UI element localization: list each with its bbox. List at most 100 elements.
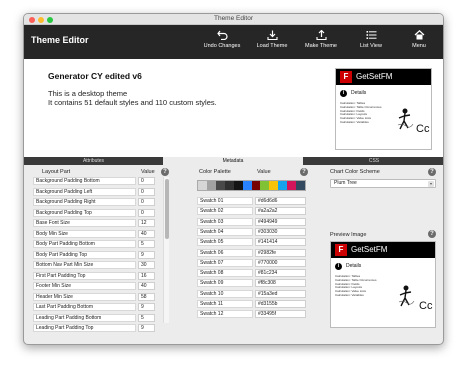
attribute-row: Bottom Nav Part Min Size 30: [33, 261, 165, 270]
attribute-label: Header Min Size: [33, 292, 136, 301]
swatch-value-field[interactable]: #303030: [255, 227, 306, 236]
attribute-label: Body Part Padding Top: [33, 250, 136, 259]
attributes-list: Background Padding Bottom 0 Background Pad…: [33, 177, 165, 337]
undo-changes-button[interactable]: Undo Changes: [202, 27, 242, 57]
attribute-value-field[interactable]: 0: [138, 198, 155, 206]
attribute-row: Background Padding Bottom 0: [33, 177, 165, 186]
preview-image: F GetSetFM i Details Calculation: Tables…: [330, 241, 436, 328]
chart-color-scheme-value: Plum Tree: [334, 180, 357, 186]
swatch-row: Swatch 09 #f8c308: [197, 279, 307, 288]
tab-bar: Attributes Metadata CSS: [24, 157, 443, 165]
swatch-value-field[interactable]: #d3155b: [255, 300, 306, 308]
swatch-value-field[interactable]: #2982fe: [255, 248, 306, 257]
palette-color-chip[interactable]: [278, 181, 288, 190]
swatch-row: Swatch 06 #2982fe: [197, 248, 307, 258]
swatch-row: Swatch 11 #d3155b: [197, 300, 307, 309]
list-view-button[interactable]: List View: [351, 27, 391, 57]
palette-color-chip[interactable]: [269, 181, 279, 190]
load-theme-button[interactable]: Load Theme: [252, 27, 292, 57]
swatch-value-field[interactable]: #a2a2a2: [255, 207, 306, 216]
swatch-value-field[interactable]: #141414: [255, 238, 306, 247]
download-icon: [266, 30, 278, 40]
palette-color-chip[interactable]: [260, 181, 270, 190]
preview-image-help-icon[interactable]: ?: [428, 230, 436, 238]
attribute-label: Base Font Size: [33, 219, 136, 227]
attribute-label: Bottom Nav Part Min Size: [33, 261, 136, 269]
swatch-value-field[interactable]: #81c234: [255, 269, 306, 278]
attribute-label: Background Padding Left: [33, 187, 136, 196]
swatch-name: Swatch 12: [197, 310, 253, 319]
palette-color-chip[interactable]: [296, 181, 306, 190]
info-icon: i: [340, 90, 347, 97]
palette-color-chip[interactable]: [215, 181, 225, 190]
attribute-value-field[interactable]: 9: [138, 303, 155, 311]
attributes-scrollbar[interactable]: [163, 177, 169, 323]
swatches-help-icon[interactable]: ?: [300, 168, 308, 176]
swatch-value-field[interactable]: #33495f: [255, 310, 306, 319]
attribute-value-field[interactable]: 9: [138, 324, 155, 332]
make-theme-button[interactable]: Make Theme: [301, 27, 341, 57]
attribute-value-field[interactable]: 58: [138, 292, 155, 301]
menu-button[interactable]: Menu: [399, 27, 439, 57]
preview-row: Calculation: Variables: [340, 119, 369, 124]
theme-description-line-2: It contains 51 default styles and 110 cu…: [48, 98, 217, 107]
palette-color-chip[interactable]: [251, 181, 261, 190]
tab-css[interactable]: CSS: [303, 157, 443, 165]
attribute-value-field[interactable]: 0: [138, 208, 155, 217]
list-icon: [366, 31, 376, 39]
attribute-value-field[interactable]: 16: [138, 271, 155, 280]
attribute-value-field[interactable]: 9: [138, 250, 155, 259]
attribute-value-field[interactable]: 5: [138, 240, 155, 248]
theme-editor-window: Theme Editor Theme Editor Undo Changes L…: [23, 13, 444, 345]
swatch-value-header: Value: [257, 169, 271, 175]
palette-color-chip[interactable]: [287, 181, 297, 190]
palette-color-chip[interactable]: [198, 181, 207, 190]
swatch-name: Swatch 09: [197, 279, 253, 288]
attribute-value-field[interactable]: 0: [138, 187, 155, 196]
chart-color-scheme-select[interactable]: Plum Tree ▾: [330, 179, 436, 188]
swatch-value-field[interactable]: #15a3ed: [255, 289, 306, 298]
theme-name: Generator CY edited v6: [48, 71, 142, 81]
attribute-value-field[interactable]: 40: [138, 229, 155, 238]
attribute-label: Last Part Padding Bottom: [33, 303, 136, 311]
attribute-row: Background Padding Right 0: [33, 198, 165, 207]
preview-logo: F: [340, 71, 352, 83]
palette-color-chip[interactable]: [233, 181, 243, 190]
palette-color-chip[interactable]: [206, 181, 216, 190]
color-palette-header: Color Palette: [199, 169, 231, 175]
palette-color-chip[interactable]: [224, 181, 234, 190]
theme-description-line-1: This is a desktop theme: [48, 89, 128, 98]
attribute-value-field[interactable]: 30: [138, 261, 155, 269]
swatch-name: Swatch 07: [197, 258, 253, 267]
attribute-label: Body Part Padding Bottom: [33, 240, 136, 248]
menu-label: Menu: [412, 43, 426, 49]
attribute-value-field[interactable]: 40: [138, 282, 155, 290]
attr-value-header: Value: [141, 169, 155, 175]
attribute-value-field[interactable]: 12: [138, 219, 155, 227]
attribute-row: Footer Min Size 40: [33, 282, 165, 291]
preview-cc-text: Cc: [416, 123, 430, 135]
palette-color-chip[interactable]: [242, 181, 252, 190]
preview-cc-text: Cc: [419, 300, 433, 312]
attributes-scroll-thumb[interactable]: [165, 179, 169, 239]
swatch-name: Swatch 06: [197, 248, 253, 257]
preview-brand: GetSetFM: [356, 72, 393, 81]
chart-scheme-help-icon[interactable]: ?: [428, 168, 436, 176]
swatch-name: Swatch 05: [197, 238, 253, 247]
swatch-name: Swatch 03: [197, 217, 253, 226]
swatch-value-field[interactable]: #d6d6d6: [255, 197, 306, 205]
attribute-value-field[interactable]: 5: [138, 313, 155, 322]
swatch-value-field[interactable]: #494949: [255, 217, 306, 226]
tab-metadata[interactable]: Metadata: [163, 157, 303, 165]
swatch-value-field[interactable]: #770000: [255, 258, 306, 267]
tab-attributes[interactable]: Attributes: [24, 157, 163, 165]
swatch-name: Swatch 08: [197, 269, 253, 278]
swatch-row: Swatch 10 #15a3ed: [197, 289, 307, 299]
attribute-label: Leading Part Padding Bottom: [33, 313, 136, 322]
swatch-value-field[interactable]: #f8c308: [255, 279, 306, 288]
attribute-row: Leading Part Padding Bottom 5: [33, 313, 165, 323]
attributes-help-icon[interactable]: ?: [161, 168, 169, 176]
attribute-value-field[interactable]: 0: [138, 177, 155, 185]
attribute-label: Leading Part Padding Top: [33, 324, 136, 332]
attribute-row: Background Padding Top 0: [33, 208, 165, 218]
